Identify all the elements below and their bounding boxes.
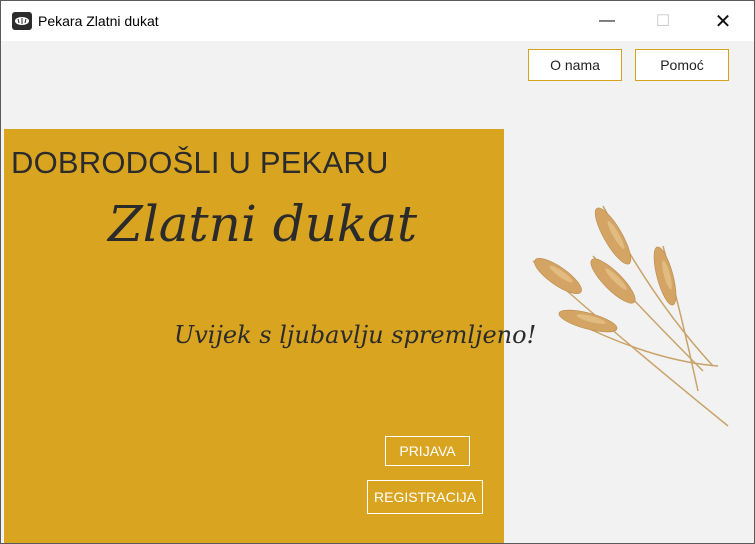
bakery-name: Zlatni dukat <box>108 195 418 253</box>
app-window: Pekara Zlatni dukat — ☐ ✕ O nama Pomoć D… <box>0 0 755 544</box>
slogan: Uvijek s ljubavlju spremljeno! <box>174 321 537 349</box>
wheat-icon <box>513 191 738 436</box>
window-title: Pekara Zlatni dukat <box>38 13 159 29</box>
welcome-panel: DOBRODOŠLI U PEKARU Zlatni dukat Uvijek … <box>4 129 536 543</box>
welcome-heading: DOBRODOŠLI U PEKARU <box>11 145 389 180</box>
minimize-button[interactable]: — <box>584 1 630 41</box>
close-icon: ✕ <box>714 10 732 33</box>
bread-icon <box>12 12 32 30</box>
maximize-button[interactable]: ☐ <box>640 1 686 41</box>
login-button[interactable]: PRIJAVA <box>385 436 470 466</box>
title-bar[interactable]: Pekara Zlatni dukat — ☐ ✕ <box>1 1 754 41</box>
register-button[interactable]: REGISTRACIJA <box>367 480 483 514</box>
minimize-icon: — <box>599 12 615 29</box>
about-button[interactable]: O nama <box>528 49 622 81</box>
maximize-icon: ☐ <box>655 13 671 30</box>
help-button[interactable]: Pomoć <box>635 49 729 81</box>
close-button[interactable]: ✕ <box>700 1 746 41</box>
